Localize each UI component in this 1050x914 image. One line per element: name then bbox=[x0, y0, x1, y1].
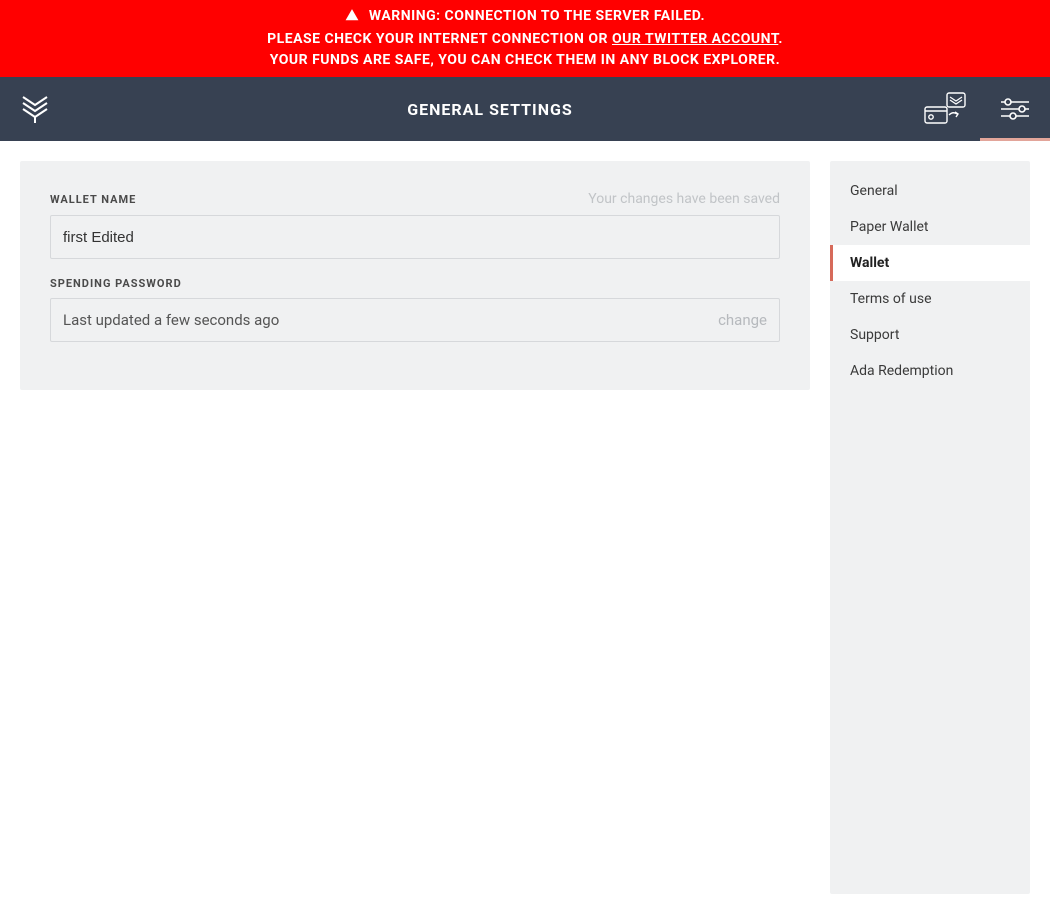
sidebar-item-paper-wallet[interactable]: Paper Wallet bbox=[830, 209, 1030, 245]
sidebar-item-label: Paper Wallet bbox=[850, 219, 929, 235]
changes-saved-message: Your changes have been saved bbox=[588, 191, 780, 207]
page-title: GENERAL SETTINGS bbox=[70, 77, 910, 141]
wallet-name-input[interactable] bbox=[50, 215, 780, 259]
topbar-actions bbox=[910, 77, 1050, 141]
spending-password-status: Last updated a few seconds ago bbox=[63, 311, 279, 329]
sidebar-item-terms-of-use[interactable]: Terms of use bbox=[830, 281, 1030, 317]
sidebar-item-support[interactable]: Support bbox=[830, 317, 1030, 353]
wallet-name-field-block: WALLET NAME Your changes have been saved bbox=[50, 191, 780, 259]
banner-line-1: WARNING: CONNECTION TO THE SERVER FAILED… bbox=[369, 8, 705, 24]
connection-warning-banner: WARNING: CONNECTION TO THE SERVER FAILED… bbox=[0, 0, 1050, 77]
sidebar-item-label: Terms of use bbox=[850, 291, 932, 307]
sidebar-item-label: Wallet bbox=[850, 255, 889, 271]
spending-password-field-block: SPENDING PASSWORD Last updated a few sec… bbox=[50, 277, 780, 342]
change-password-link[interactable]: change bbox=[718, 311, 767, 329]
sidebar-item-ada-redemption[interactable]: Ada Redemption bbox=[830, 353, 1030, 389]
app-logo[interactable] bbox=[0, 77, 70, 141]
wallet-name-label: WALLET NAME bbox=[50, 193, 136, 206]
spending-password-row: Last updated a few seconds ago change bbox=[50, 298, 780, 342]
sidebar-item-label: Support bbox=[850, 327, 899, 343]
sidebar-item-label: Ada Redemption bbox=[850, 363, 953, 379]
sidebar-item-label: General bbox=[850, 183, 898, 199]
twitter-account-link[interactable]: OUR TWITTER ACCOUNT bbox=[612, 31, 778, 47]
spending-password-label: SPENDING PASSWORD bbox=[50, 277, 182, 290]
wallets-icon-button[interactable] bbox=[910, 77, 980, 141]
sidebar-item-wallet[interactable]: Wallet bbox=[830, 245, 1030, 281]
settings-panel: WALLET NAME Your changes have been saved… bbox=[20, 161, 810, 390]
banner-line-2-prefix: PLEASE CHECK YOUR INTERNET CONNECTION OR bbox=[267, 31, 612, 47]
warning-icon bbox=[345, 8, 359, 29]
settings-side-nav: General Paper Wallet Wallet Terms of use… bbox=[830, 161, 1030, 894]
top-bar: GENERAL SETTINGS bbox=[0, 77, 1050, 141]
banner-line-2-suffix: . bbox=[778, 31, 783, 47]
sidebar-item-general[interactable]: General bbox=[830, 173, 1030, 209]
main-content: WALLET NAME Your changes have been saved… bbox=[0, 141, 1050, 914]
settings-icon-button[interactable] bbox=[980, 77, 1050, 141]
banner-line-3: YOUR FUNDS ARE SAFE, YOU CAN CHECK THEM … bbox=[10, 50, 1040, 71]
